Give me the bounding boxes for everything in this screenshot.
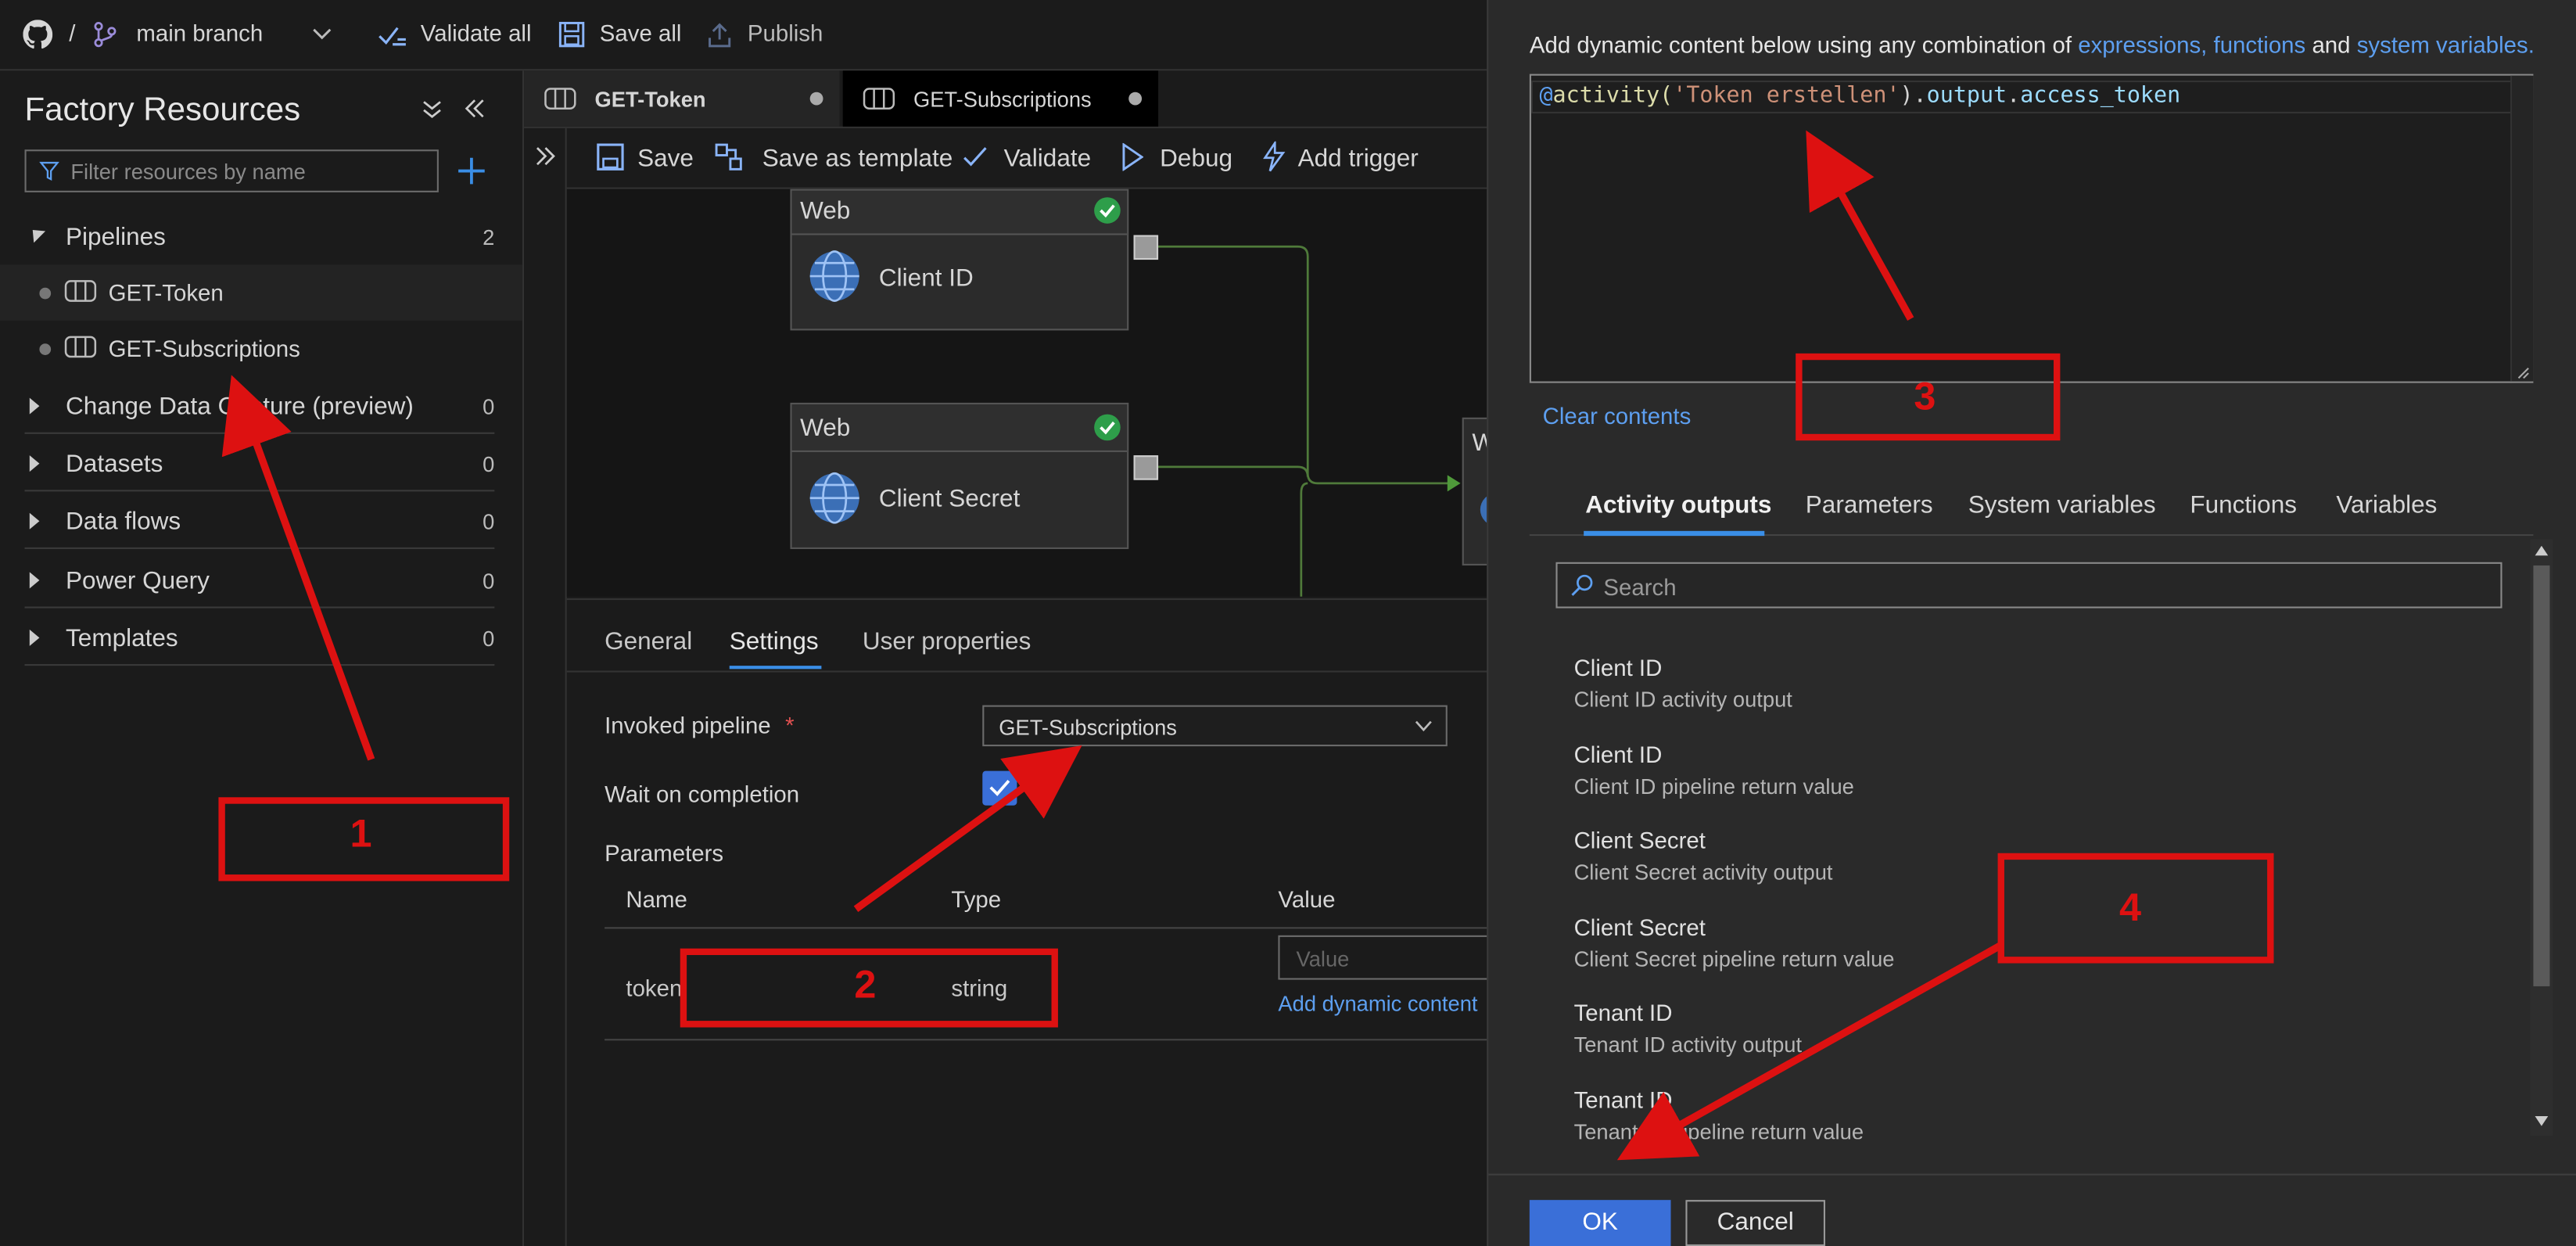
- annotation-label-3: 3: [1914, 375, 1936, 419]
- annotation-arrows: [221, 130, 2004, 1161]
- screenshot-stage: / main branch Validate all Save all Publ…: [0, 0, 2576, 1246]
- annotation-label-1: 1: [350, 812, 372, 856]
- annotation-label-4: 4: [2119, 885, 2142, 931]
- annotation-label-2: 2: [854, 963, 877, 1008]
